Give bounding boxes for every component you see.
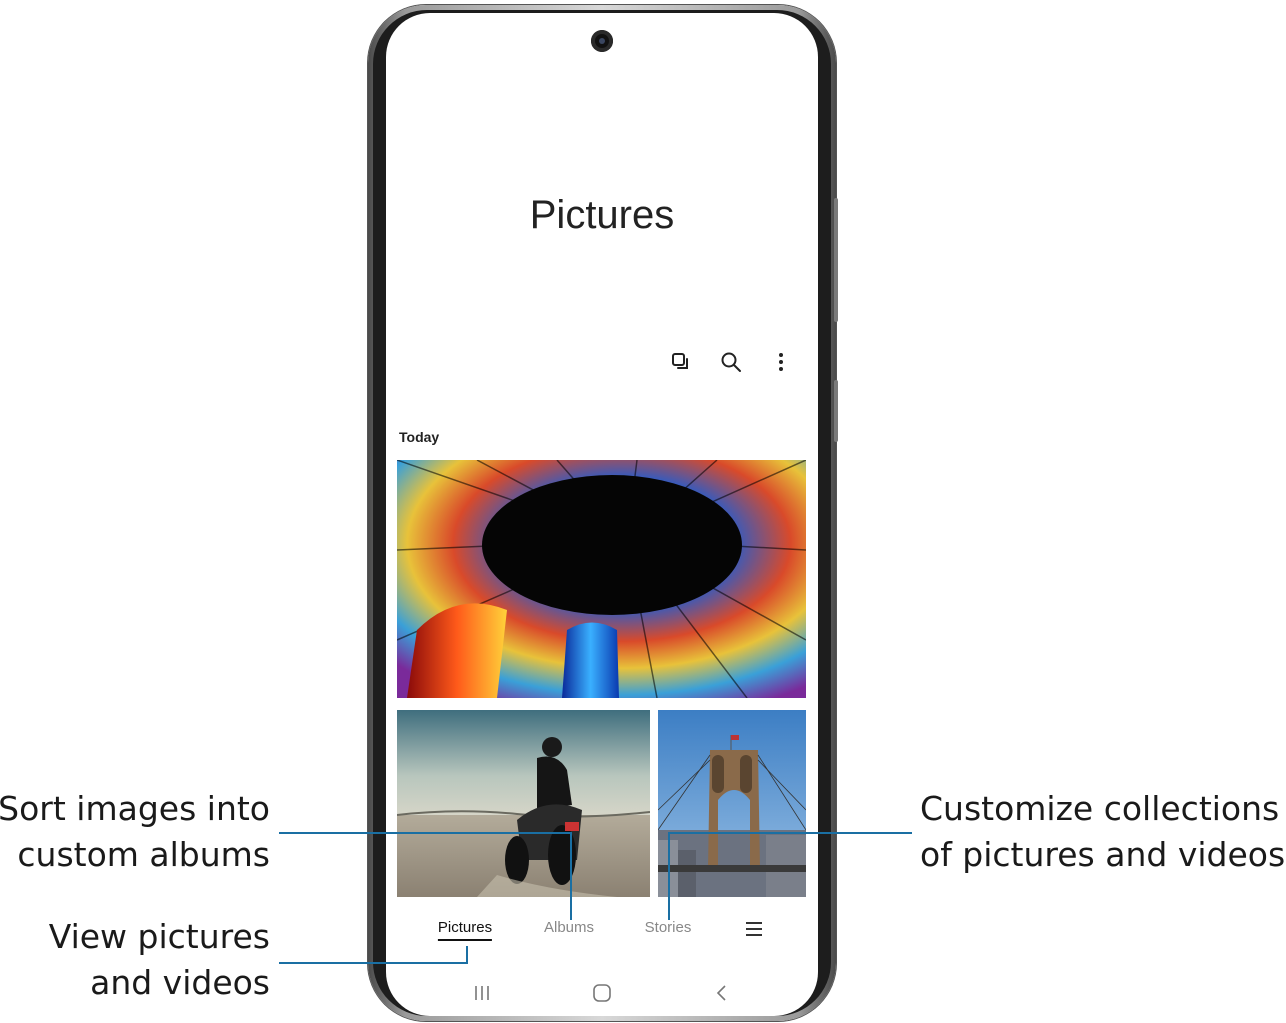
volume-button (834, 198, 838, 322)
system-navbar (386, 975, 818, 1011)
leader-stories-horizontal (668, 832, 912, 834)
callout-stories-line-2: of pictures and videos (920, 835, 1286, 874)
leader-albums-vertical (570, 832, 572, 920)
tab-albums[interactable]: Albums (544, 919, 594, 936)
callout-stories: Customize collections of pictures and vi… (920, 786, 1285, 878)
select-copy-icon[interactable] (668, 349, 694, 375)
section-label-date: Today (399, 429, 440, 445)
callout-albums: Sort images into custom albums (0, 786, 270, 878)
phone-screen: Pictures Today Pictures Albums Stories (386, 13, 818, 1016)
more-options-icon[interactable] (768, 349, 794, 375)
search-icon[interactable] (718, 349, 744, 375)
toolbar (668, 349, 794, 375)
callout-pictures-line-2: and videos (90, 963, 270, 1002)
back-icon[interactable] (707, 979, 737, 1007)
photo-thumbnail-bridge[interactable] (658, 710, 806, 897)
photo-thumbnail-dome[interactable] (397, 460, 806, 698)
callout-stories-line-1: Customize collections (920, 789, 1280, 828)
leader-albums-horizontal (279, 832, 571, 834)
leader-pictures-horizontal (279, 962, 467, 964)
recent-apps-icon[interactable] (467, 979, 497, 1007)
callout-pictures: View pictures and videos (49, 914, 270, 1006)
leader-pictures-vertical (466, 946, 468, 964)
bottom-tabs: Pictures Albums Stories (386, 913, 818, 953)
hamburger-menu-icon[interactable] (744, 919, 764, 939)
tab-pictures[interactable]: Pictures (437, 919, 493, 941)
power-button (834, 380, 838, 442)
callout-albums-line-1: Sort images into (0, 789, 270, 828)
home-icon[interactable] (587, 979, 617, 1007)
page-title: Pictures (529, 193, 675, 237)
callout-albums-line-2: custom albums (17, 835, 270, 874)
tab-stories[interactable]: Stories (645, 919, 692, 936)
leader-stories-vertical (668, 832, 670, 920)
callout-pictures-line-1: View pictures (48, 917, 270, 956)
front-camera (591, 30, 613, 52)
photo-thumbnail-motorcycle[interactable] (397, 710, 650, 897)
